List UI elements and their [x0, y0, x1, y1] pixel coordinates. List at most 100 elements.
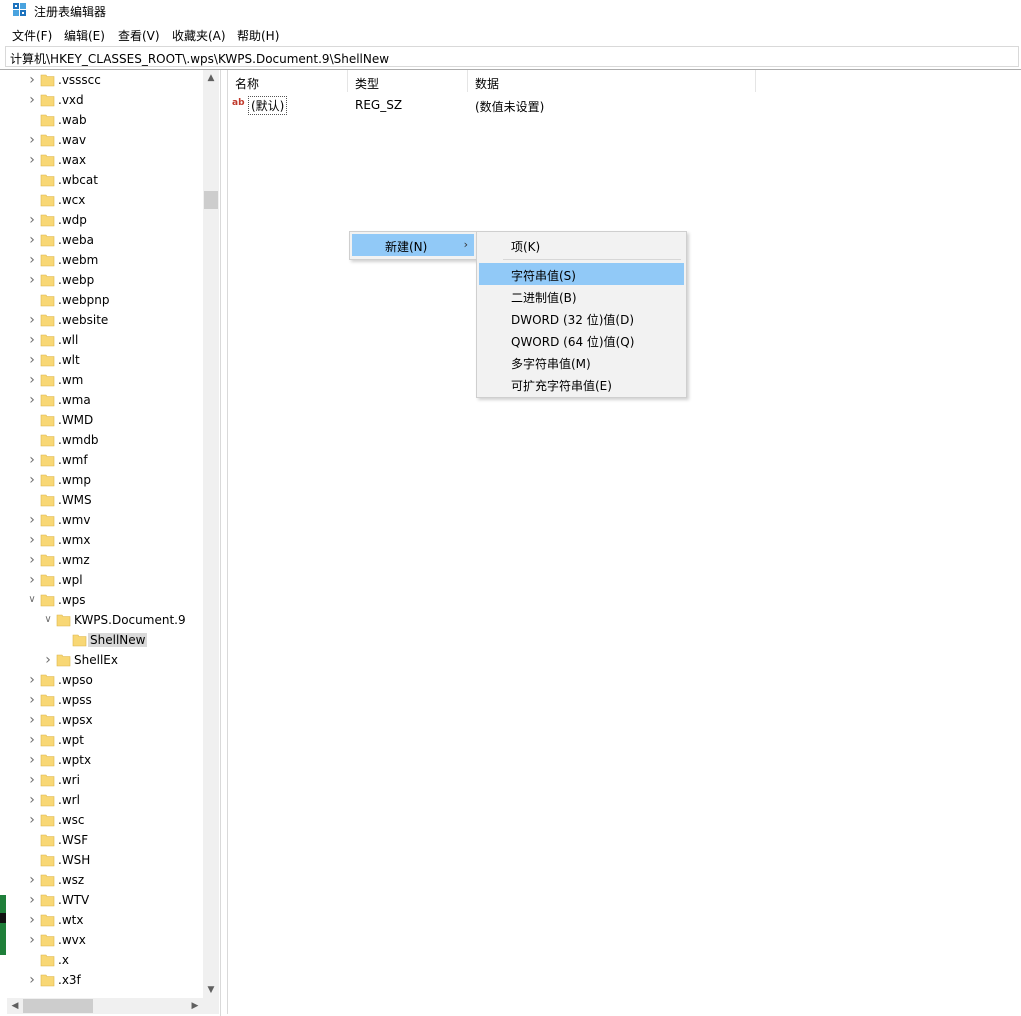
chevron-right-icon[interactable]: › — [27, 973, 37, 987]
submenu-item-expandable-string-value[interactable]: 可扩充字符串值(E) — [479, 373, 684, 395]
values-list[interactable]: 名称 类型 数据 ab (默认) REG_SZ (数值未设置) — [227, 70, 1020, 1014]
tree-item[interactable]: › .wsc — [7, 810, 207, 830]
submenu-item-dword-value[interactable]: DWORD (32 位)值(D) — [479, 307, 684, 329]
chevron-right-icon[interactable]: › — [27, 573, 37, 587]
tree-item[interactable]: › .website — [7, 310, 207, 330]
chevron-right-icon[interactable]: › — [27, 253, 37, 267]
chevron-right-icon[interactable]: › — [27, 913, 37, 927]
chevron-right-icon[interactable]: › — [27, 333, 37, 347]
tree-item[interactable]: .WMS — [7, 490, 207, 510]
tree-item[interactable]: › .wpss — [7, 690, 207, 710]
chevron-right-icon[interactable]: › — [27, 813, 37, 827]
tree-item[interactable]: .WSF — [7, 830, 207, 850]
menu-edit[interactable]: 编辑(E) — [64, 27, 105, 44]
tree-item[interactable]: .WMD — [7, 410, 207, 430]
tree-item[interactable]: › .vssscc — [7, 70, 207, 90]
key-tree[interactable]: › .vssscc › .vxd .wab › .wav › .wax .wbcat .wcx › .w… — [7, 70, 221, 1016]
chevron-right-icon[interactable]: › — [27, 153, 37, 167]
menu-help[interactable]: 帮助(H) — [237, 27, 279, 44]
chevron-right-icon[interactable]: › — [27, 893, 37, 907]
tree-item[interactable]: › .wll — [7, 330, 207, 350]
column-header-type[interactable]: 类型 — [348, 70, 468, 92]
tree-item[interactable]: ∨ .wps — [7, 590, 207, 610]
tree-item[interactable]: › ShellEx — [7, 650, 207, 670]
chevron-right-icon[interactable]: › — [27, 533, 37, 547]
tree-item[interactable]: › .wpsx — [7, 710, 207, 730]
chevron-right-icon[interactable]: › — [43, 653, 53, 667]
tree-item[interactable]: › .wmx — [7, 530, 207, 550]
address-path[interactable]: 计算机\HKEY_CLASSES_ROOT\.wps\KWPS.Document… — [10, 50, 389, 67]
tree-item[interactable]: › .wpl — [7, 570, 207, 590]
chevron-right-icon[interactable]: › — [27, 773, 37, 787]
chevron-right-icon[interactable]: › — [27, 373, 37, 387]
tree-item[interactable]: › .wmf — [7, 450, 207, 470]
tree-item[interactable]: .wcx — [7, 190, 207, 210]
scroll-up-icon[interactable]: ▲ — [203, 70, 219, 86]
column-header-data[interactable]: 数据 — [468, 70, 756, 92]
tree-item[interactable]: .webpnp — [7, 290, 207, 310]
tree-item[interactable]: › .wma — [7, 390, 207, 410]
chevron-right-icon[interactable]: › — [27, 713, 37, 727]
tree-vertical-scrollbar[interactable]: ▲ ▼ — [203, 70, 219, 998]
tree-item[interactable]: › .webp — [7, 270, 207, 290]
tree-item[interactable]: .wab — [7, 110, 207, 130]
scroll-left-icon[interactable]: ◀ — [7, 998, 23, 1014]
chevron-right-icon[interactable]: › — [27, 473, 37, 487]
tree-item[interactable]: › .webm — [7, 250, 207, 270]
chevron-right-icon[interactable]: › — [27, 93, 37, 107]
tree-item[interactable]: › .wav — [7, 130, 207, 150]
chevron-down-icon[interactable]: ∨ — [43, 615, 53, 625]
menu-file[interactable]: 文件(F) — [12, 27, 52, 44]
tree-item[interactable]: › .wpt — [7, 730, 207, 750]
chevron-right-icon[interactable]: › — [27, 793, 37, 807]
chevron-right-icon[interactable]: › — [27, 513, 37, 527]
submenu-item-qword-value[interactable]: QWORD (64 位)值(Q) — [479, 329, 684, 351]
scroll-down-icon[interactable]: ▼ — [203, 982, 219, 998]
hscroll-thumb[interactable] — [23, 999, 93, 1013]
menu-favorites[interactable]: 收藏夹(A) — [172, 27, 226, 44]
tree-item[interactable]: › .wlt — [7, 350, 207, 370]
chevron-right-icon[interactable]: › — [27, 873, 37, 887]
tree-item[interactable]: › .wri — [7, 770, 207, 790]
chevron-right-icon[interactable]: › — [27, 753, 37, 767]
submenu-item-key[interactable]: 项(K) — [479, 234, 684, 256]
tree-item[interactable]: › .WTV — [7, 890, 207, 910]
chevron-right-icon[interactable]: › — [27, 273, 37, 287]
tree-item[interactable]: .wmdb — [7, 430, 207, 450]
tree-item[interactable]: › .wmz — [7, 550, 207, 570]
tree-item[interactable]: › .wdp — [7, 210, 207, 230]
chevron-right-icon[interactable]: › — [27, 353, 37, 367]
tree-item[interactable]: › .wpso — [7, 670, 207, 690]
tree-item[interactable]: › .weba — [7, 230, 207, 250]
chevron-right-icon[interactable]: › — [27, 393, 37, 407]
tree-item[interactable]: .wbcat — [7, 170, 207, 190]
chevron-right-icon[interactable]: › — [27, 73, 37, 87]
column-header-name[interactable]: 名称 — [228, 70, 348, 92]
tree-item[interactable]: › .wrl — [7, 790, 207, 810]
tree-item[interactable]: .x — [7, 950, 207, 970]
address-bar[interactable]: 计算机\HKEY_CLASSES_ROOT\.wps\KWPS.Document… — [5, 46, 1019, 67]
tree-item[interactable]: › .wax — [7, 150, 207, 170]
submenu-item-string-value[interactable]: 字符串值(S) — [479, 263, 684, 285]
submenu-item-multi-string-value[interactable]: 多字符串值(M) — [479, 351, 684, 373]
tree-item[interactable]: › .x3f — [7, 970, 207, 990]
chevron-down-icon[interactable]: ∨ — [27, 595, 37, 605]
context-menu-new[interactable]: 新建(N) › — [352, 234, 474, 256]
scroll-thumb[interactable] — [204, 191, 218, 209]
chevron-right-icon[interactable]: › — [27, 213, 37, 227]
tree-item[interactable]: › .wmp — [7, 470, 207, 490]
scroll-right-icon[interactable]: ▶ — [187, 998, 203, 1014]
value-row[interactable]: ab (默认) REG_SZ (数值未设置) — [228, 94, 1008, 115]
tree-item[interactable]: › .wm — [7, 370, 207, 390]
submenu-item-binary-value[interactable]: 二进制值(B) — [479, 285, 684, 307]
tree-item[interactable]: › .wmv — [7, 510, 207, 530]
tree-item[interactable]: › .wptx — [7, 750, 207, 770]
chevron-right-icon[interactable]: › — [27, 313, 37, 327]
menu-view[interactable]: 查看(V) — [118, 27, 160, 44]
chevron-right-icon[interactable]: › — [27, 233, 37, 247]
chevron-right-icon[interactable]: › — [27, 693, 37, 707]
tree-item[interactable]: ShellNew — [7, 630, 207, 650]
tree-item[interactable]: › .wsz — [7, 870, 207, 890]
chevron-right-icon[interactable]: › — [27, 553, 37, 567]
tree-item[interactable]: › .vxd — [7, 90, 207, 110]
